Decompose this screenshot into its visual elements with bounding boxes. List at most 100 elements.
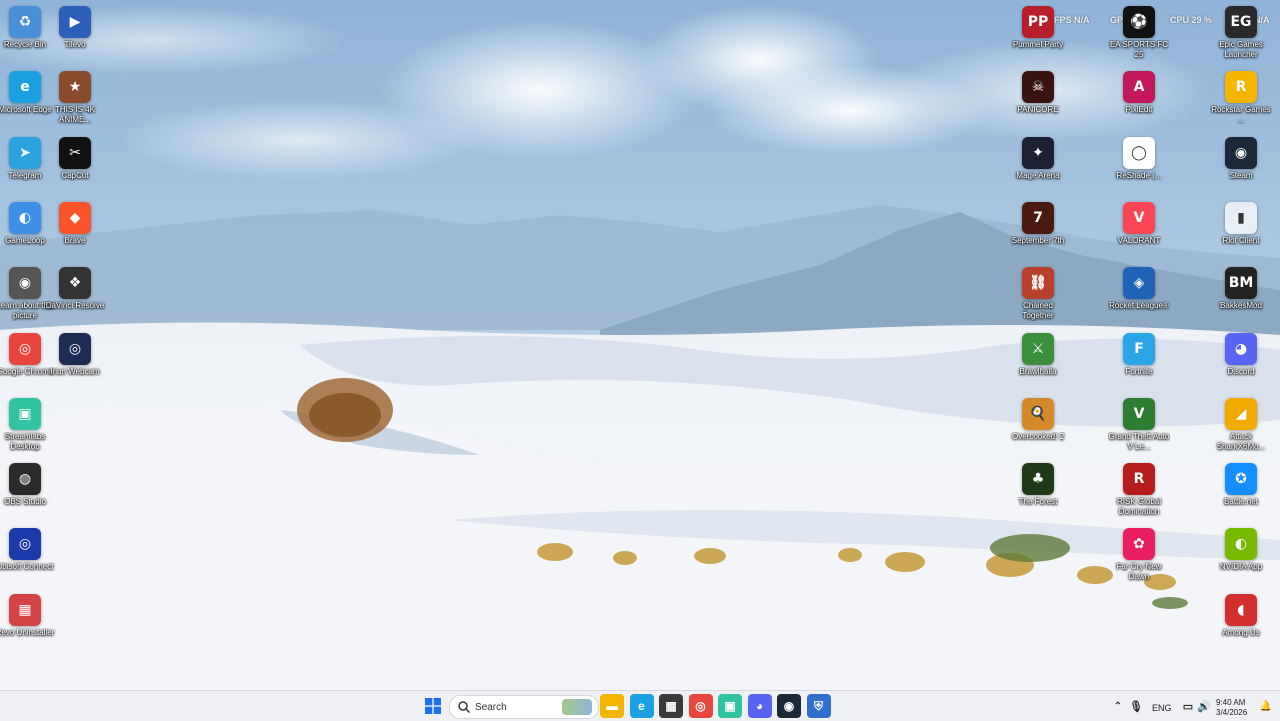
shortcut-label: The Forest <box>1018 497 1058 507</box>
ubisoft-icon: ◎ <box>9 528 41 561</box>
panicore-icon: ☠ <box>1022 71 1054 104</box>
chrome-icon: ◎ <box>9 332 41 365</box>
shortcut-label: Brave <box>64 235 86 245</box>
desktop-shortcut[interactable]: 7 September 7th <box>1007 201 1069 246</box>
volume-icon[interactable]: 🔊 <box>1192 694 1216 718</box>
capcut-icon: ✂ <box>59 136 91 169</box>
streamlabs-icon[interactable]: ▣ <box>718 694 742 718</box>
the-forest-icon: ♣ <box>1022 463 1054 496</box>
desktop-shortcut[interactable]: ◕ Discord <box>1210 332 1272 377</box>
shortcut-label: PixiEdit <box>1125 105 1153 115</box>
risk-icon: R <box>1123 463 1155 496</box>
edge-icon[interactable]: e <box>629 694 654 718</box>
desktop-shortcut[interactable]: ◯ ReShade (... <box>1108 136 1170 181</box>
vpn-shield-icon[interactable]: ⛨ <box>806 694 831 718</box>
desktop-shortcut[interactable]: PP Pummel Party <box>1007 6 1069 50</box>
reshade-icon: ◯ <box>1123 136 1155 169</box>
edge-icon: e <box>9 71 41 104</box>
steam-icon[interactable]: ◉ <box>777 694 801 718</box>
camera-icon: ◉ <box>9 267 41 300</box>
desktop-shortcut[interactable]: ⚽ EA SPORTS FC 25 <box>1108 6 1170 60</box>
desktop-shortcut[interactable]: V Grand Theft Auto V Le... <box>1108 397 1170 452</box>
shortcut-label: Riot Client <box>1222 235 1260 245</box>
search-label: Search <box>475 701 507 713</box>
taskbar-search-box[interactable]: Search <box>449 695 599 719</box>
clock-time[interactable]: 9:40 AM <box>1216 698 1245 707</box>
shortcut-label: Attack SharkX6Mo... <box>1216 431 1266 451</box>
desktop-shortcut[interactable]: ▮ Riot Client <box>1210 201 1272 246</box>
desktop-shortcut[interactable]: ◢ Attack SharkX6Mo... <box>1210 397 1272 452</box>
desktop-shortcut[interactable]: ◉ Steam <box>1210 136 1272 181</box>
brawlhalla-icon: ⚔ <box>1022 332 1054 365</box>
shortcut-label: Rocket League® <box>1109 301 1169 311</box>
streamlabs-icon: ▣ <box>9 397 41 430</box>
desktop-shortcut[interactable]: ◆ Brave <box>44 201 106 246</box>
among-us-icon: ◖ <box>1225 593 1257 626</box>
ea-fc-icon: ⚽ <box>1123 6 1155 38</box>
shortcut-label: Streamlabs Desktop <box>4 431 46 451</box>
desktop-shortcut[interactable]: ▦ Revo Uninstaller <box>0 593 56 638</box>
rockstar-icon: R <box>1225 71 1257 104</box>
desktop-shortcut[interactable]: ♣ The Forest <box>1007 463 1069 507</box>
desktop-shortcut[interactable]: F Fortnite <box>1108 332 1170 377</box>
desktop-shortcut[interactable]: ⛓ Chained Together <box>1007 267 1069 321</box>
desktop-shortcut[interactable]: ◐ NVIDIA App <box>1210 528 1272 572</box>
shortcut-label: Far Cry New Dawn <box>1116 562 1162 582</box>
desktop-shortcut[interactable]: ✪ Battle.net <box>1210 463 1272 507</box>
shortcut-label: Iriun Webcam <box>50 366 100 376</box>
notification-bell-icon[interactable]: 🔔 <box>1254 694 1278 718</box>
desktop-shortcut[interactable]: ✿ Far Cry New Dawn <box>1108 528 1170 582</box>
shortcut-label: Mage Arena <box>1016 170 1060 180</box>
microsoft-store-icon[interactable]: ▦ <box>659 694 683 718</box>
desktop-shortcut[interactable]: ★ THIS IS 4K ANIME... <box>44 71 106 125</box>
desktop-shortcut[interactable]: ✦ Mage Arena <box>1007 136 1069 181</box>
shortcut-label: Overcooked! 2 <box>1011 431 1065 441</box>
shortcut-label: Battle.net <box>1224 497 1258 507</box>
desktop-shortcut[interactable]: ◍ OBS Studio <box>0 463 56 507</box>
desktop-shortcut[interactable]: R Rockstar Games ... <box>1210 71 1272 125</box>
chrome-icon[interactable]: ◎ <box>688 694 713 718</box>
desktop-shortcut[interactable]: ⚔ Brawlhalla <box>1007 332 1069 377</box>
desktop-shortcut[interactable]: ❖ DaVinci Resolve <box>44 267 106 311</box>
tilevo-icon: ▶ <box>59 6 91 38</box>
desktop-shortcut[interactable]: ▣ Streamlabs Desktop <box>0 397 56 452</box>
shortcut-label: DaVinci Resolve <box>45 301 105 311</box>
shortcut-label: OBS Studio <box>4 497 46 507</box>
shortcut-label: BakkesMod <box>1220 301 1262 311</box>
desktop-shortcut[interactable]: BM BakkesMod <box>1210 267 1272 311</box>
valorant-icon: V <box>1123 201 1155 234</box>
davinci-icon: ❖ <box>59 267 91 300</box>
desktop-shortcut[interactable]: ◎ Ubisoft Connect <box>0 528 56 572</box>
fortnite-icon: F <box>1123 332 1155 365</box>
mage-arena-icon: ✦ <box>1022 136 1054 169</box>
language-indicator[interactable]: ENG <box>1152 703 1172 713</box>
microphone-icon[interactable]: 🎙 <box>1124 694 1148 718</box>
desktop-shortcut[interactable]: ◖ Among Us <box>1210 593 1272 638</box>
nvidia-icon: ◐ <box>1225 528 1257 561</box>
shortcut-label: THIS IS 4K ANIME... <box>54 105 95 125</box>
shortcut-label: Steam <box>1229 170 1253 180</box>
telegram-icon: ➤ <box>9 136 41 169</box>
riot-client-icon: ▮ <box>1225 201 1257 234</box>
desktop-shortcut[interactable]: V VALORANT <box>1108 201 1170 246</box>
desktop-shortcut[interactable]: ◈ Rocket League® <box>1108 267 1170 311</box>
desktop-shortcut[interactable]: A PixiEdit <box>1108 71 1170 115</box>
desktop-shortcut[interactable]: R RISK Global Domination <box>1108 463 1170 517</box>
start-button[interactable] <box>421 694 445 718</box>
shortcut-label: NVIDIA App <box>1219 562 1263 572</box>
desktop-shortcut[interactable]: ☠ PANICORE <box>1007 71 1069 115</box>
search-highlight-image <box>562 699 592 715</box>
desktop-shortcut[interactable]: ◎ Iriun Webcam <box>44 332 106 377</box>
clock-date[interactable]: 3/4/2026 <box>1216 708 1247 717</box>
revo-uninstaller-icon: ▦ <box>9 593 41 626</box>
desktop-shortcut[interactable]: ▶ Tilevo <box>44 6 106 50</box>
windows-logo-icon <box>425 698 441 714</box>
desktop-shortcut[interactable]: EG Epic Games Launcher <box>1210 6 1272 60</box>
shortcut-label: September 7th <box>1011 235 1065 245</box>
discord-icon[interactable]: ◕ <box>747 694 772 718</box>
shortcut-label: PANICORE <box>1017 105 1059 115</box>
desktop-shortcut[interactable]: 🍳 Overcooked! 2 <box>1007 397 1069 442</box>
shortcut-label: Revo Uninstaller <box>0 627 55 637</box>
desktop-shortcut[interactable]: ✂ CapCut <box>44 136 106 181</box>
file-explorer-icon[interactable]: ▬ <box>600 694 624 718</box>
